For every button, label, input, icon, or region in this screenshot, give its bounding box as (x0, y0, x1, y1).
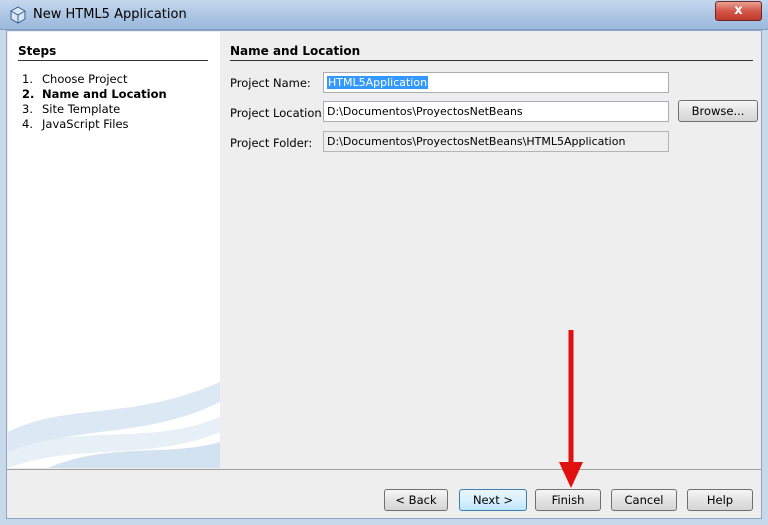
steps-divider (18, 60, 208, 61)
steps-panel: Steps 1. Choose Project 2. Name and Locati… (8, 32, 220, 468)
steps-list: 1. Choose Project 2. Name and Location 3. S… (22, 72, 167, 132)
help-button[interactable]: Help (687, 489, 753, 511)
project-folder-field: D:\Documentos\ProyectosNetBeans\HTML5App… (323, 131, 669, 152)
step-item: 3. Site Template (22, 102, 121, 116)
cancel-button[interactable]: Cancel (611, 489, 677, 511)
project-name-label: Project Name: (230, 76, 311, 90)
project-folder-label: Project Folder: (230, 136, 313, 150)
content-panel: Name and Location Project Name: HTML5App… (221, 32, 761, 468)
panel-heading: Name and Location (230, 44, 361, 58)
app-cube-icon (10, 6, 26, 24)
panel-divider (230, 60, 753, 61)
step-item: 4. JavaScript Files (22, 117, 129, 131)
project-location-input[interactable]: D:\Documentos\ProyectosNetBeans (323, 101, 669, 122)
close-button[interactable]: x (715, 1, 762, 21)
button-bar: < Back Next > Finish Cancel Help (7, 470, 761, 518)
project-name-input[interactable]: HTML5Application (323, 72, 669, 93)
step-item: 1. Choose Project (22, 72, 128, 86)
project-location-label: Project Location: (230, 106, 326, 120)
browse-button[interactable]: Browse... (678, 100, 758, 122)
finish-button[interactable]: Finish (535, 489, 601, 511)
title-bar: New HTML5 Application x (0, 0, 768, 30)
next-button[interactable]: Next > (459, 489, 527, 511)
window-title: New HTML5 Application (33, 7, 187, 22)
dialog-frame: Steps 1. Choose Project 2. Name and Locati… (6, 30, 762, 519)
step-item-active: 2. Name and Location (22, 87, 167, 101)
decorative-swoosh-graphic (8, 382, 220, 468)
back-button[interactable]: < Back (384, 489, 448, 511)
steps-heading: Steps (18, 44, 57, 58)
